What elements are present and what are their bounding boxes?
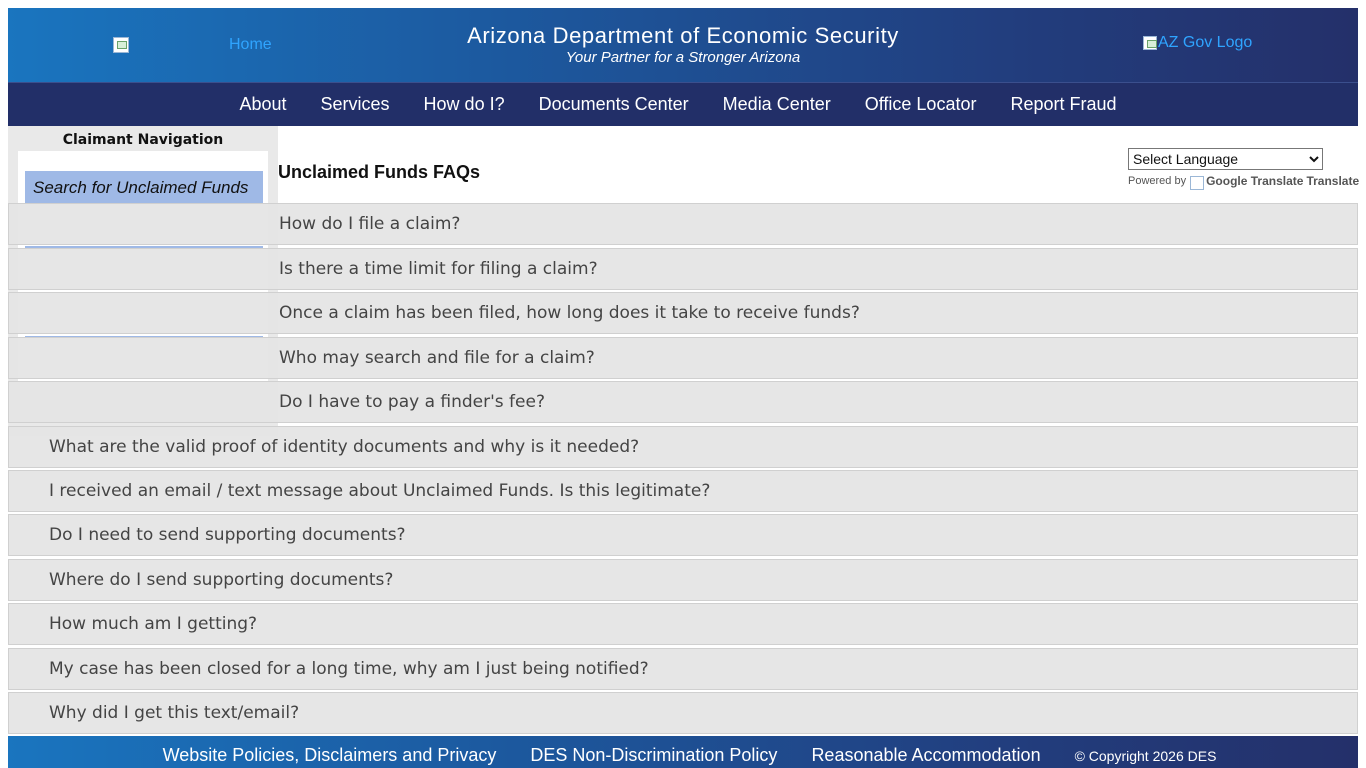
language-select[interactable]: Select Language bbox=[1128, 148, 1323, 170]
faq-item[interactable]: Is there a time limit for filing a claim… bbox=[8, 248, 1358, 290]
footer-link-reasonable-accommodation[interactable]: Reasonable Accommodation bbox=[811, 745, 1040, 766]
main-nav: About Services How do I? Documents Cente… bbox=[8, 82, 1358, 126]
nav-about[interactable]: About bbox=[239, 94, 286, 115]
faq-item[interactable]: Do I need to send supporting documents? bbox=[8, 514, 1358, 556]
faq-item[interactable]: How do I file a claim? bbox=[8, 203, 1358, 245]
page-title: Unclaimed Funds FAQs bbox=[278, 162, 481, 182]
faq-item[interactable]: Who may search and file for a claim? bbox=[8, 337, 1358, 379]
google-translate-brand: Google Translate bbox=[1206, 174, 1304, 188]
footer-link-website-policies[interactable]: Website Policies, Disclaimers and Privac… bbox=[163, 745, 497, 766]
sidebar-item-search-unclaimed-funds[interactable]: Search for Unclaimed Funds bbox=[25, 171, 263, 203]
copyright-text: © Copyright 2026 DES bbox=[1074, 748, 1217, 764]
faq-item[interactable]: My case has been closed for a long time,… bbox=[8, 648, 1358, 690]
translate-link[interactable]: Translate bbox=[1306, 174, 1359, 188]
faq-item[interactable]: How much am I getting? bbox=[8, 603, 1358, 645]
faq-item[interactable]: Once a claim has been filed, how long do… bbox=[8, 292, 1358, 334]
nav-media-center[interactable]: Media Center bbox=[723, 94, 831, 115]
nav-documents-center[interactable]: Documents Center bbox=[539, 94, 689, 115]
faq-item[interactable]: I received an email / text message about… bbox=[8, 470, 1358, 512]
faq-item[interactable]: What are the valid proof of identity doc… bbox=[8, 426, 1358, 468]
faq-item[interactable]: Where do I send supporting documents? bbox=[8, 559, 1358, 601]
google-translate-image-icon bbox=[1190, 176, 1205, 190]
az-gov-image-icon[interactable] bbox=[1143, 36, 1157, 50]
site-footer: Website Policies, Disclaimers and Privac… bbox=[8, 736, 1358, 768]
footer-link-non-discrimination[interactable]: DES Non-Discrimination Policy bbox=[530, 745, 777, 766]
faq-item[interactable]: Do I have to pay a finder's fee? bbox=[8, 381, 1358, 423]
nav-office-locator[interactable]: Office Locator bbox=[865, 94, 977, 115]
site-header: Home Arizona Department of Economic Secu… bbox=[8, 8, 1358, 82]
nav-how-do-i[interactable]: How do I? bbox=[424, 94, 505, 115]
nav-services[interactable]: Services bbox=[321, 94, 390, 115]
powered-by-label: Powered by bbox=[1128, 175, 1187, 187]
az-gov-logo-alt[interactable]: AZ Gov Logo bbox=[1158, 34, 1252, 52]
nav-report-fraud[interactable]: Report Fraud bbox=[1010, 94, 1116, 115]
az-gov-logo-link[interactable]: AZ Gov Logo bbox=[1143, 34, 1252, 52]
faq-item[interactable]: Why did I get this text/email? bbox=[8, 692, 1358, 734]
sidebar-title: Claimant Navigation bbox=[62, 132, 224, 148]
google-translate-attribution: Powered by Google Translate Translate bbox=[1128, 174, 1359, 190]
